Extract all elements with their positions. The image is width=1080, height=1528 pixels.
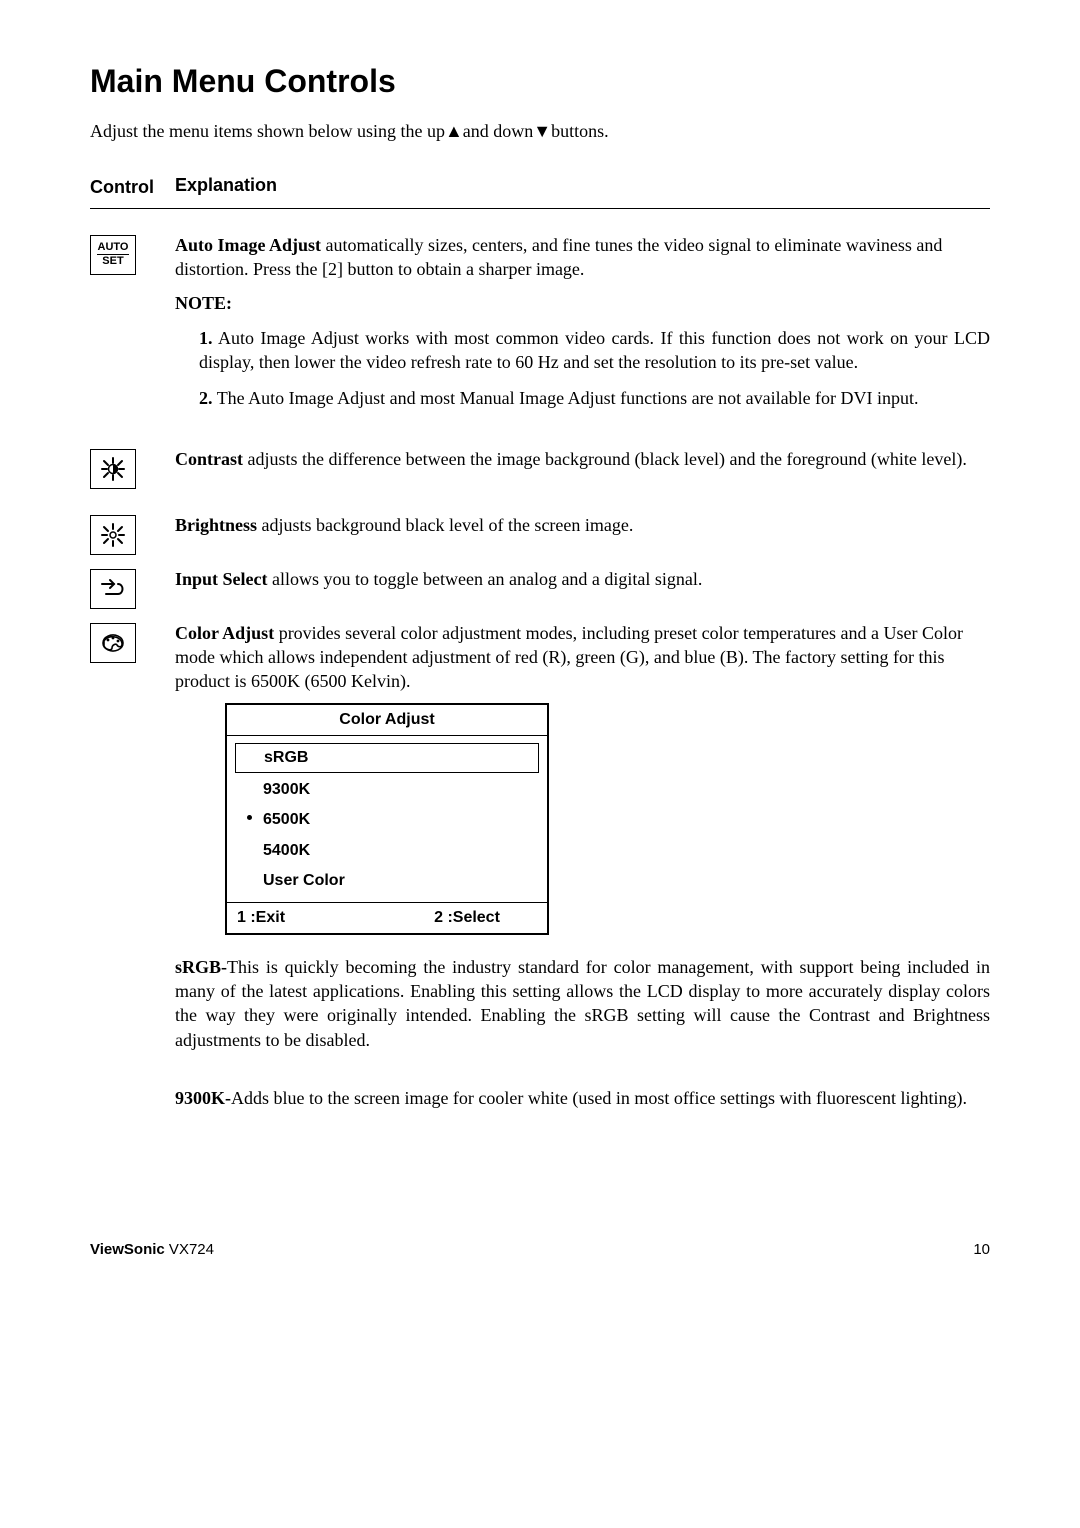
color-option-user-color[interactable]: User Color	[235, 867, 539, 895]
color-option-srgb[interactable]: sRGB	[235, 743, 539, 773]
color-adjust-title: Color Adjust	[227, 705, 547, 736]
footer-brand: ViewSonic	[90, 1241, 165, 1258]
contrast-icon	[90, 449, 136, 489]
exit-label: 1 :Exit	[227, 903, 387, 933]
note-label: NOTE:	[175, 293, 232, 313]
row-contrast: Contrast adjusts the difference between …	[90, 447, 990, 489]
select-label: 2 :Select	[387, 903, 547, 933]
row-input-select: Input Select allows you to toggle betwee…	[90, 567, 990, 609]
color-adjust-menu: Color Adjust sRGB 9300K 6500K 5400K User…	[225, 703, 549, 934]
auto-image-adjust-desc: Auto Image Adjust automatically sizes, c…	[175, 233, 990, 282]
input-select-icon	[90, 569, 136, 609]
color-option-5400k[interactable]: 5400K	[235, 837, 539, 865]
header-explanation: Explanation	[175, 173, 990, 197]
srgb-desc: sRGB-This is quickly becoming the indust…	[175, 955, 990, 1052]
row-auto-set: AUTO SET Auto Image Adjust automatically…	[90, 233, 990, 423]
color-adjust-icon	[90, 623, 136, 663]
page-number: 10	[973, 1240, 990, 1260]
color-adjust-list: sRGB 9300K 6500K 5400K User Color	[227, 736, 547, 902]
color-adjust-footer: 1 :Exit 2 :Select	[227, 902, 547, 933]
explanation-brightness: Brightness adjusts background black leve…	[175, 513, 990, 547]
explanation-contrast: Contrast adjusts the difference between …	[175, 447, 990, 481]
footer-model: VX724	[165, 1241, 214, 1258]
explanation-input-select: Input Select allows you to toggle betwee…	[175, 567, 990, 601]
color-option-9300k[interactable]: 9300K	[235, 776, 539, 804]
page-footer: ViewSonic VX724 10	[90, 1240, 990, 1260]
color-option-6500k[interactable]: 6500K	[235, 806, 539, 834]
brightness-icon	[90, 515, 136, 555]
row-brightness: Brightness adjusts background black leve…	[90, 513, 990, 555]
9300k-desc: 9300K-Adds blue to the screen image for …	[175, 1086, 990, 1110]
explanation-auto-set: Auto Image Adjust automatically sizes, c…	[175, 233, 990, 423]
table-header: Control Explanation	[90, 173, 990, 208]
notes-list: 1. Auto Image Adjust works with most com…	[175, 326, 990, 411]
autoset-icon: AUTO SET	[90, 235, 136, 275]
page-title: Main Menu Controls	[90, 60, 990, 103]
intro-text: Adjust the menu items shown below using …	[90, 119, 990, 143]
explanation-color-adjust: Color Adjust provides several color adju…	[175, 621, 990, 1121]
header-control: Control	[90, 173, 175, 199]
row-color-adjust: Color Adjust provides several color adju…	[90, 621, 990, 1121]
control-icon-cell: AUTO SET	[90, 233, 175, 275]
